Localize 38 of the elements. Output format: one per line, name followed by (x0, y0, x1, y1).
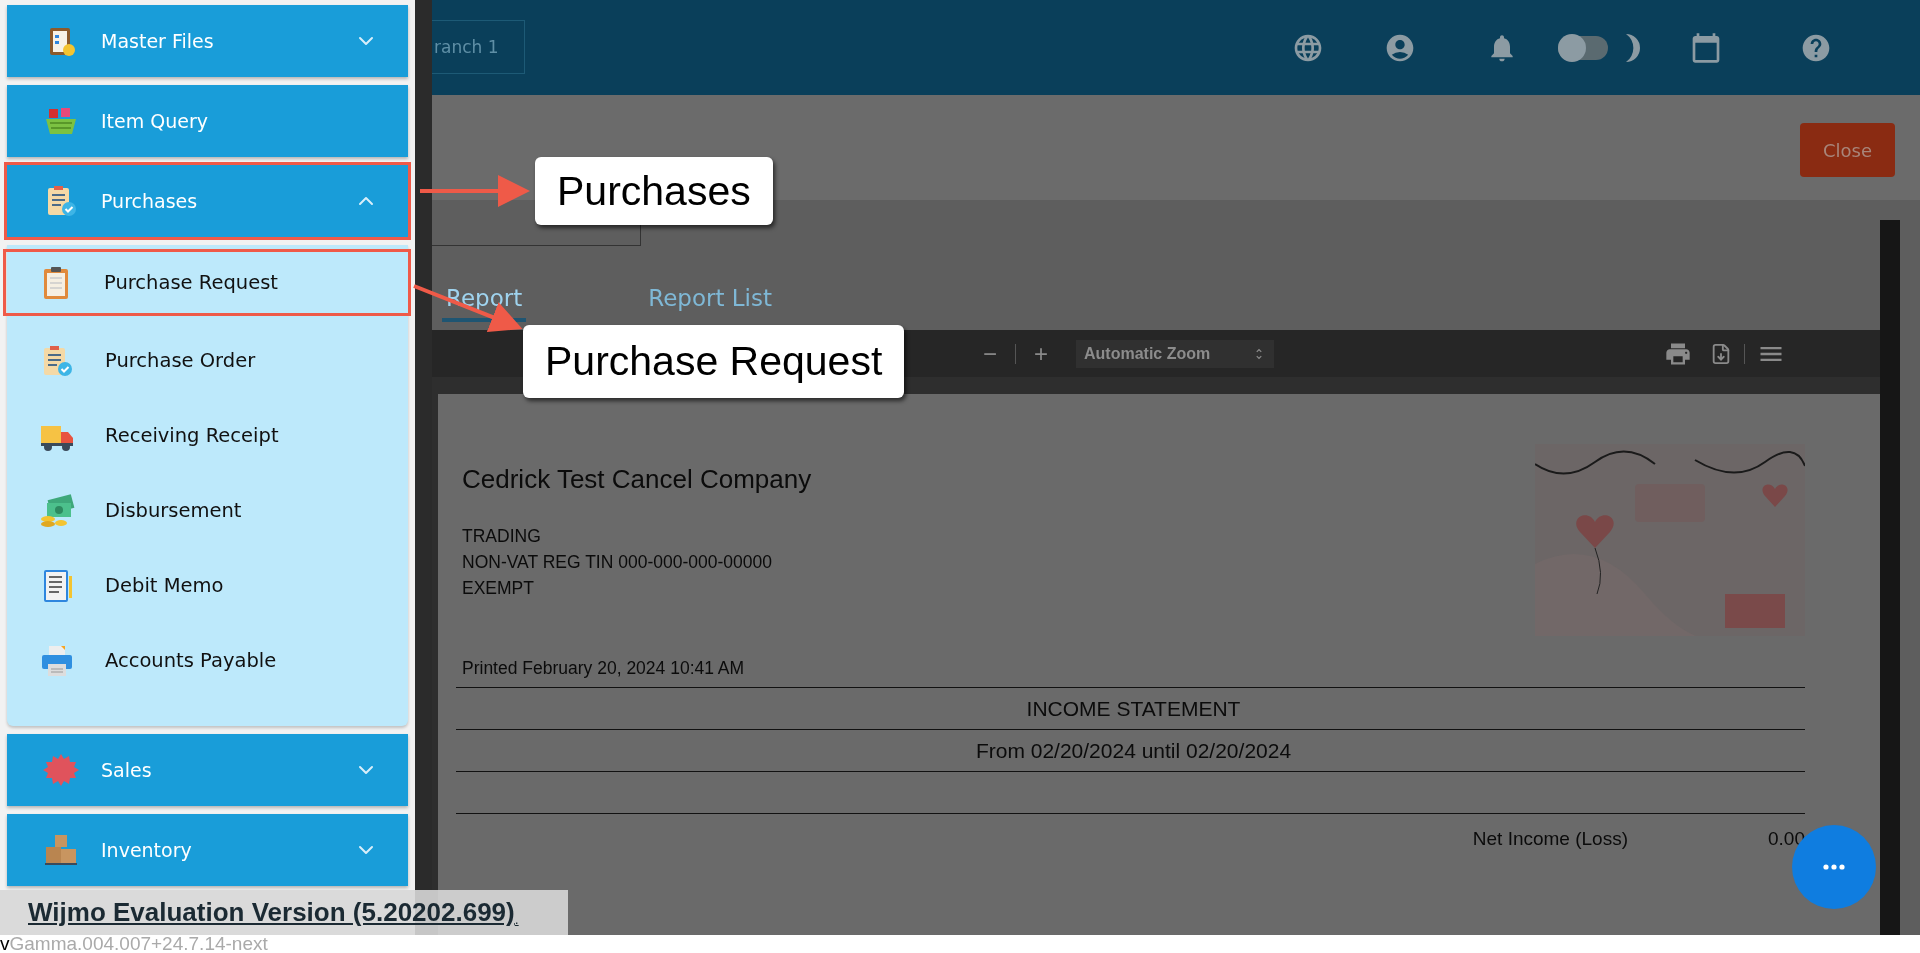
sidebar-item[interactable]: Sales (7, 734, 408, 806)
printed-date: Printed February 20, 2024 10:41 AM (462, 658, 746, 679)
report-title: INCOME STATEMENT (1025, 695, 1242, 722)
tab[interactable]: Report List (644, 278, 776, 322)
submenu-item[interactable]: Debit Memo (7, 555, 408, 616)
callout-label: Purchase Request (523, 325, 905, 398)
sale-badge-icon (43, 752, 79, 788)
company-detail: TRADING (462, 525, 542, 548)
row-label: Net Income (Loss) (1472, 828, 1628, 850)
submenu-item[interactable]: Receiving Receipt (7, 405, 408, 466)
boxes-icon (43, 832, 79, 868)
scrollbar[interactable] (1880, 220, 1900, 935)
branch-field[interactable]: ranch 1 (432, 19, 525, 74)
company-name: Cedrick Test Cancel Company (462, 464, 812, 495)
evaluation-notice[interactable]: Wijmo Evaluation Version (5.20202.699) (28, 897, 515, 928)
more-icon (1823, 864, 1845, 870)
submenu-item[interactable]: Purchase Order (7, 330, 408, 391)
theme-toggle[interactable] (1558, 35, 1608, 60)
calendar-icon[interactable] (1690, 31, 1722, 64)
submenu-item[interactable]: Purchase Request (6, 252, 408, 313)
sidebar-item[interactable]: Purchases (7, 165, 408, 237)
money-icon (39, 492, 75, 529)
zoom-select[interactable]: Automatic Zoom (1076, 339, 1275, 368)
company-detail: NON-VAT REG TIN 000-000-000-00000 (462, 551, 773, 574)
company-detail: EXEMPT (462, 577, 535, 600)
submenu-item[interactable]: Accounts Payable (7, 630, 408, 691)
submenu-item[interactable]: Disbursement (7, 480, 408, 541)
zoom-out-button[interactable]: − (977, 339, 1003, 368)
callout-label: Purchases (535, 157, 773, 225)
version-prefix: v (0, 933, 10, 953)
report-period: From 02/20/2024 until 02/20/2024 (974, 737, 1293, 764)
sidebar-item[interactable]: Master Files (7, 5, 408, 77)
sidebar-item[interactable]: Inventory (7, 814, 408, 886)
sidebar-item[interactable]: Item Query (7, 85, 408, 157)
notice-dot: . (514, 911, 519, 927)
close-button[interactable]: Close (1800, 123, 1895, 177)
version-text: Gamma.004.007+24.7.14-next (9, 933, 268, 953)
zoom-in-button[interactable]: + (1028, 339, 1055, 368)
